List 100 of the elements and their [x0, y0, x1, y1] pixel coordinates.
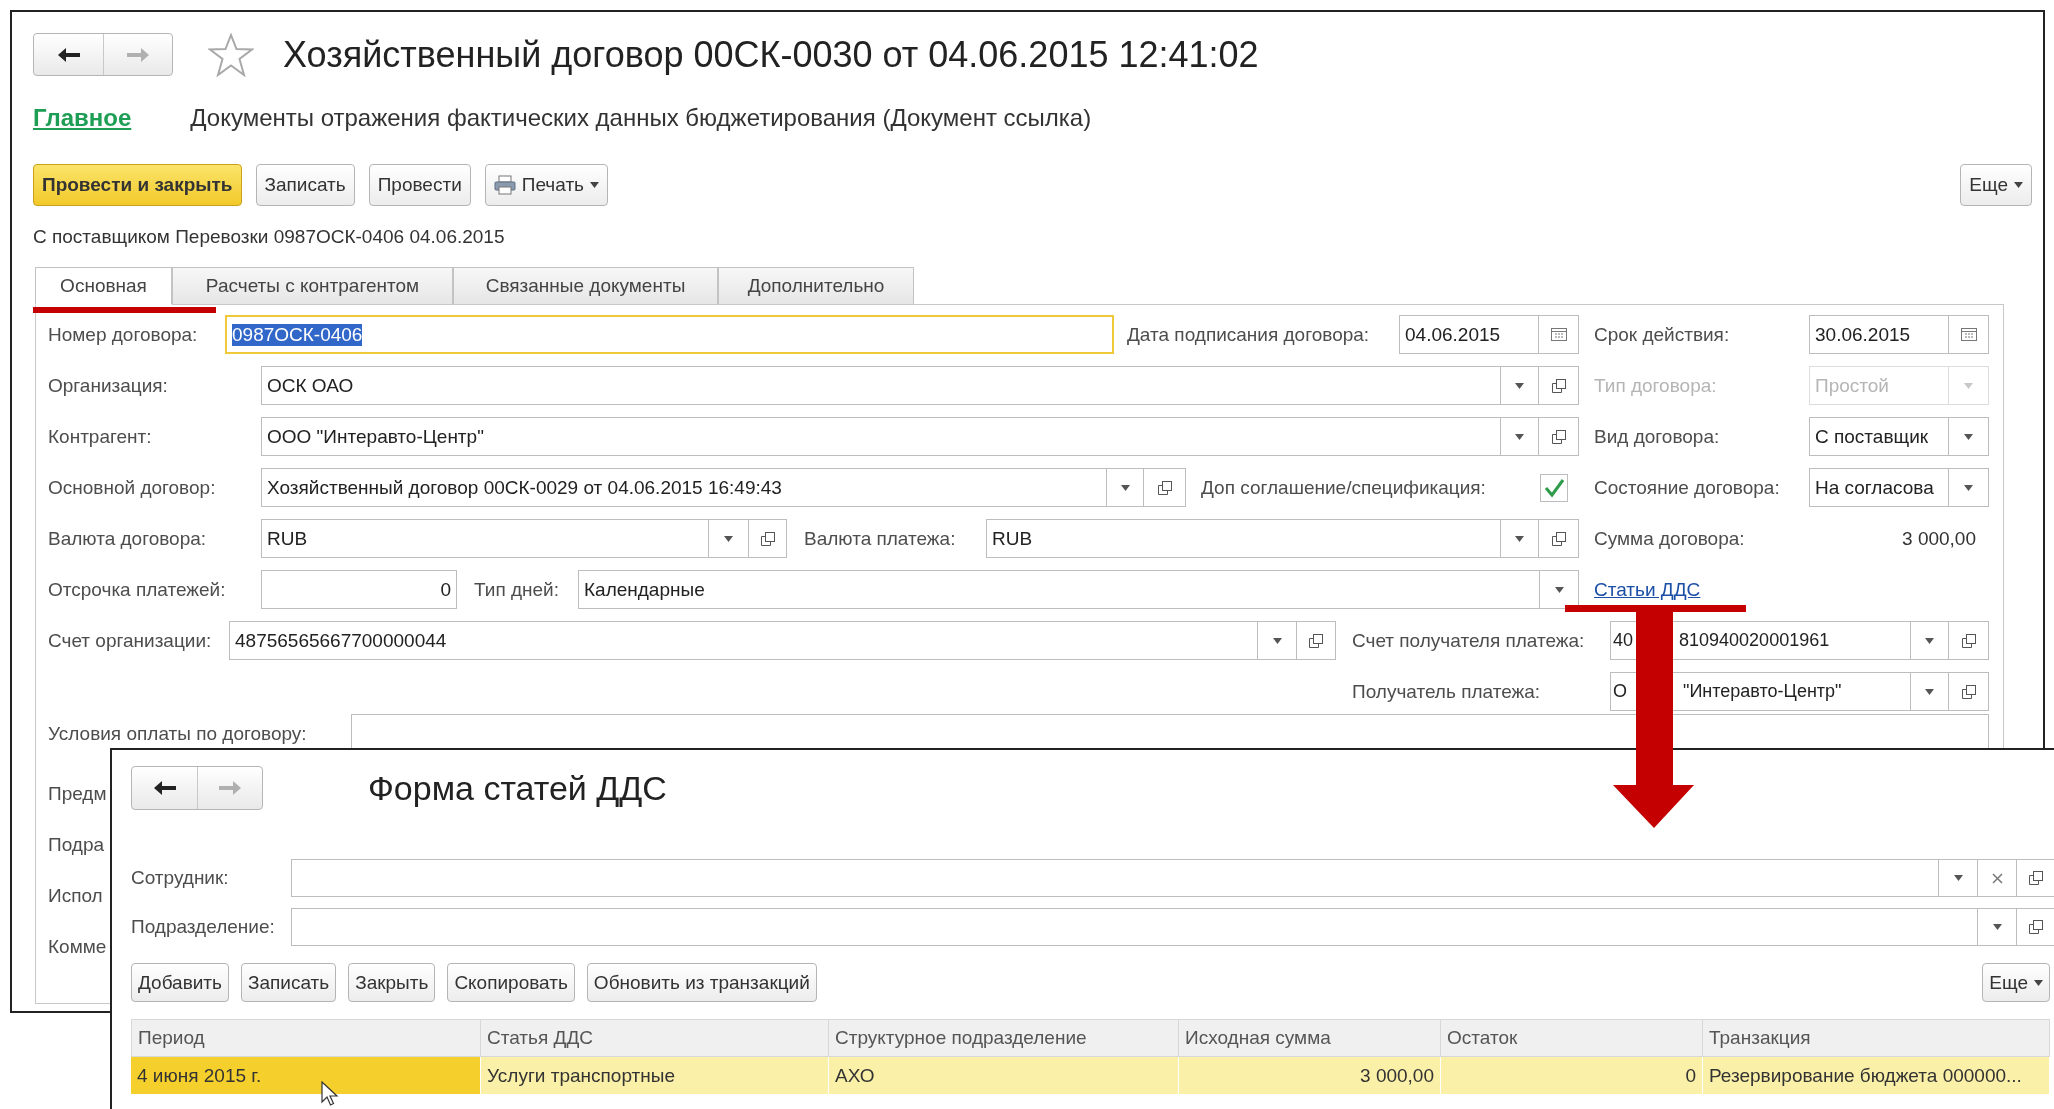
caret-icon — [590, 182, 599, 188]
close-icon — [1991, 872, 2003, 884]
column-header[interactable]: Статья ДДС — [481, 1019, 829, 1057]
date-field[interactable]: 04.06.2015 — [1399, 315, 1539, 354]
open-button[interactable] — [1539, 519, 1579, 558]
open-button[interactable] — [2017, 908, 2054, 946]
field-label: Вид договора: — [1594, 425, 1721, 448]
open-button[interactable] — [2017, 859, 2054, 897]
caret-icon — [1272, 637, 1282, 644]
input-field[interactable]: ОСК ОАО — [261, 366, 1501, 405]
toolbar-button[interactable]: Провести и закрыть — [33, 164, 242, 206]
forward-arrow-icon — [218, 780, 242, 796]
open-button[interactable] — [1949, 621, 1989, 660]
field-label: Сумма договора: — [1594, 527, 1746, 550]
caret-icon — [1515, 433, 1524, 440]
calendar-icon — [1550, 328, 1567, 341]
input-field[interactable]: Хозяйственный договор 00СК-0029 от 04.06.2015 16:49:43 — [261, 468, 1107, 507]
column-header[interactable]: Период — [131, 1019, 481, 1057]
window-title: Хозяйственный договор 00СК-0030 от 04.06.2015 12:41:02 — [283, 33, 1259, 76]
field-label: Счет получателя платежа: — [1352, 629, 1586, 652]
calendar-icon — [1960, 328, 1977, 341]
field-label: Отсрочка платежей: — [48, 578, 227, 601]
column-header[interactable]: Исходная сумма — [1179, 1019, 1441, 1057]
dropdown-field[interactable]: С поставщик — [1809, 417, 1949, 456]
table-cell: 3 000,00 — [1179, 1057, 1441, 1094]
open-icon — [1960, 632, 1977, 649]
caret-icon — [1120, 484, 1130, 491]
caret-icon — [1964, 484, 1973, 491]
toolbar-button[interactable]: Печать — [484, 164, 608, 206]
field-label: Состояние договора: — [1594, 476, 1781, 499]
checkbox[interactable] — [1540, 473, 1568, 502]
toolbar-button[interactable]: Провести — [368, 164, 471, 206]
toolbar-button[interactable]: Скопировать — [447, 963, 575, 1002]
open-button[interactable] — [1297, 621, 1336, 660]
table-cell: 0 — [1441, 1057, 1703, 1094]
tab[interactable]: Дополнительно — [718, 267, 914, 304]
dropdown-button[interactable] — [1540, 570, 1579, 609]
caret-icon — [1964, 382, 1973, 389]
table-cell: 4 июня 2015 г. — [131, 1057, 481, 1094]
dropdown-field: Простой — [1809, 366, 1949, 405]
caret-icon — [1992, 924, 2002, 930]
input-field[interactable] — [291, 859, 1939, 897]
field-label: Валюта платежа: — [804, 527, 957, 550]
open-icon — [2028, 919, 2044, 935]
calendar-button[interactable] — [1539, 315, 1579, 354]
dropdown-field[interactable]: Календарные — [578, 570, 1540, 609]
caret-icon — [1925, 688, 1934, 695]
tab[interactable]: Расчеты с контрагентом — [172, 267, 453, 304]
open-button[interactable] — [1539, 417, 1579, 456]
tab[interactable]: Основная — [35, 267, 172, 305]
number-field[interactable]: 0 — [261, 570, 457, 609]
back-arrow-icon — [152, 780, 177, 796]
table-cell: АХО — [829, 1057, 1179, 1094]
more-button[interactable]: Еще — [1982, 963, 2050, 1002]
input-field[interactable] — [291, 908, 1978, 946]
open-button[interactable] — [749, 519, 787, 558]
toolbar-button[interactable]: Записать — [241, 963, 337, 1002]
column-header[interactable]: Структурное подразделение — [829, 1019, 1179, 1057]
input-field[interactable]: RUB — [261, 519, 709, 558]
open-button[interactable] — [1539, 366, 1579, 405]
open-button[interactable] — [1144, 468, 1186, 507]
open-icon — [1156, 479, 1173, 496]
document-caption: С поставщиком Перевозки 0987ОСК-0406 04.06.2015 — [33, 225, 506, 249]
field-label: Подразделение: — [131, 916, 276, 938]
open-button[interactable] — [1949, 672, 1989, 711]
star-icon[interactable] — [208, 32, 254, 77]
toolbar-button[interactable]: Записать — [255, 164, 355, 206]
input-field[interactable]: RUB — [986, 519, 1501, 558]
toolbar-button[interactable]: Добавить — [131, 963, 229, 1002]
table-cell: Услуги транспортные — [481, 1057, 829, 1094]
table-row[interactable]: 4 июня 2015 г. Услуги транспортные АХО 3 000,00 0 Резервирование бюджета 000000... — [131, 1057, 2054, 1094]
open-icon — [1550, 428, 1567, 445]
input-field[interactable]: 48756565667700000044 — [229, 621, 1258, 660]
contract-sum-value: 3 000,00 — [1901, 527, 1976, 550]
more-button[interactable]: Еще — [1960, 164, 2032, 206]
column-header[interactable]: Транзакция — [1703, 1019, 2050, 1057]
date-field[interactable]: 30.06.2015 — [1809, 315, 1949, 354]
toolbar-button[interactable]: Закрыть — [348, 963, 436, 1002]
field-label: Номер договора: — [48, 323, 199, 346]
dropdown-field[interactable]: На согласова — [1809, 468, 1949, 507]
input-field[interactable]: ООО "Интеравто-Центр" — [261, 417, 1501, 456]
field-label: Валюта договора: — [48, 527, 208, 550]
field-label: Основной договор: — [48, 476, 217, 499]
toolbar-button[interactable]: Обновить из транзакций — [586, 963, 817, 1002]
calendar-button[interactable] — [1949, 315, 1989, 354]
caret-icon — [2034, 979, 2043, 986]
caret-icon — [724, 535, 733, 542]
caret-icon — [1964, 433, 1973, 440]
cashflow-items-link[interactable]: Статьи ДДС — [1594, 578, 1701, 601]
field-label: Срок действия: — [1594, 323, 1731, 346]
forward-arrow-icon — [126, 46, 150, 63]
caret-icon — [1554, 586, 1564, 593]
field-label: Получатель платежа: — [1352, 680, 1542, 703]
tab[interactable]: Связанные документы — [453, 267, 718, 304]
open-icon — [1960, 683, 1977, 700]
open-icon — [2028, 870, 2044, 886]
window-title: Форма статей ДДС — [368, 768, 667, 808]
column-header[interactable]: Остаток — [1441, 1019, 1703, 1057]
field-label: Условия оплаты по договору: — [48, 722, 308, 745]
input-field[interactable]: 0987ОСК-0406 — [225, 315, 1114, 354]
